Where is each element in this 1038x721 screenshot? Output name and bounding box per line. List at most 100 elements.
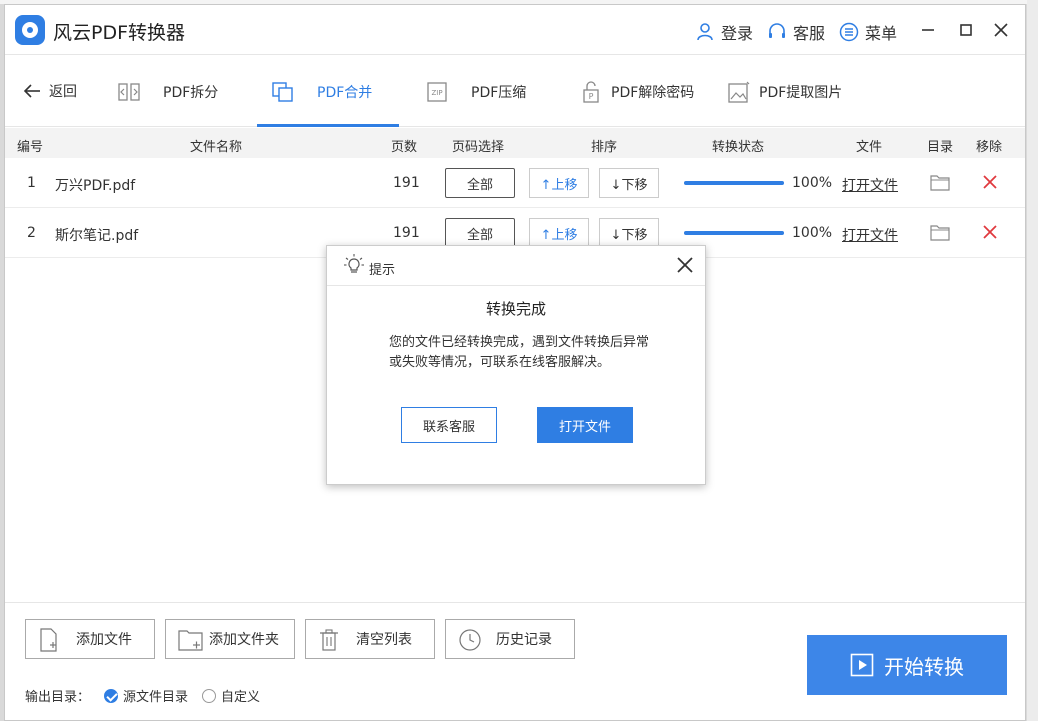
tab-pdf-split[interactable]: PDF拆分 (117, 79, 218, 105)
lightbulb-icon (344, 254, 364, 273)
svg-text:ZIP: ZIP (431, 89, 442, 97)
open-file-link[interactable]: 打开文件 (842, 225, 898, 245)
move-down-button[interactable]: ↓下移 (599, 218, 659, 248)
header-dir: 目录 (927, 140, 954, 155)
radio-unchecked-icon (202, 688, 217, 703)
maximize-button[interactable] (955, 19, 977, 41)
tab-pdf-split-label: PDF拆分 (163, 85, 219, 101)
app-title: 风云PDF转换器 (53, 22, 186, 44)
header-file-name: 文件名称 (190, 140, 243, 155)
tab-pdf-extract-images-label: PDF提取图片 (759, 85, 843, 101)
header-status: 转换状态 (712, 140, 765, 155)
tab-pdf-unlock[interactable]: P PDF解除密码 (579, 79, 694, 105)
radio-custom-dir[interactable]: 自定义 (202, 686, 260, 705)
remove-icon[interactable] (982, 224, 998, 240)
background-right-strip (1027, 0, 1038, 721)
folder-icon[interactable] (930, 174, 950, 191)
tool-nav-bar: 返回 PDF拆分 PDF合并 ZIP PDF压缩 P PDF解除密码 PDF提取… (5, 55, 1025, 127)
row-pages: 191 (393, 175, 420, 191)
progress-bar (684, 181, 784, 185)
clear-list-button[interactable]: 清空列表 (305, 619, 435, 659)
add-folder-icon (178, 630, 203, 651)
minimize-button[interactable] (917, 19, 939, 41)
header-remove: 移除 (976, 140, 1003, 155)
radio-source-dir[interactable]: 源文件目录 (104, 686, 188, 705)
row-file-name: 斯尔笔记.pdf (55, 228, 139, 244)
radio-source-dir-label: 源文件目录 (123, 690, 189, 705)
move-up-button[interactable]: ↑上移 (529, 168, 589, 198)
dialog-title: 转换完成 (485, 300, 546, 318)
progress-bar (684, 231, 784, 235)
app-window: 风云PDF转换器 登录 客服 菜单 返回 PDF拆分 PDF合并 ZIP PDF… (4, 4, 1026, 721)
close-icon[interactable] (675, 255, 695, 275)
service-label: 客服 (793, 24, 826, 43)
file-table-header: 编号 文件名称 页数 页码选择 排序 转换状态 文件 目录 移除 (5, 128, 1025, 158)
header-index: 编号 (17, 140, 44, 155)
page-range-button[interactable]: 全部 (445, 218, 515, 248)
header-pages: 页数 (391, 140, 418, 155)
service-button[interactable]: 客服 (767, 20, 825, 44)
remove-icon[interactable] (982, 174, 998, 190)
title-bar: 风云PDF转换器 登录 客服 菜单 (5, 5, 1025, 55)
menu-icon (839, 22, 859, 42)
start-convert-button[interactable]: 开始转换 (807, 635, 1007, 695)
login-label: 登录 (721, 24, 754, 43)
progress-percent: 100% (792, 175, 833, 191)
add-file-icon (40, 628, 57, 652)
minimize-icon (922, 29, 934, 31)
add-folder-button[interactable]: 添加文件夹 (165, 619, 295, 659)
tab-pdf-merge-label: PDF合并 (317, 85, 373, 101)
headset-icon (769, 23, 785, 38)
history-label: 历史记录 (496, 632, 552, 648)
app-logo-icon (15, 15, 45, 45)
clear-list-label: 清空列表 (356, 632, 412, 648)
radio-checked-icon (104, 688, 119, 703)
maximize-icon (960, 24, 972, 36)
back-label: 返回 (49, 84, 77, 100)
footer-toolbar: 添加文件 添加文件夹 清空列表 历史记录 输出目录： 源文件目录 自定义 开始转… (5, 602, 1025, 720)
lock-icon: P (583, 81, 599, 103)
output-label: 输出目录： (25, 690, 91, 705)
table-row: 1 万兴PDF.pdf 191 全部 ↑上移 ↓下移 100% 打开文件 (5, 158, 1025, 208)
zip-icon: ZIP (427, 82, 447, 102)
tab-pdf-extract-images[interactable]: PDF提取图片 (727, 79, 842, 105)
progress-percent: 100% (792, 225, 833, 241)
open-file-link[interactable]: 打开文件 (842, 175, 898, 195)
progress-fill (684, 181, 784, 185)
completion-dialog: 提示 转换完成 您的文件已经转换完成，遇到文件转换后异常或失败等情况，可联系在线… (326, 245, 706, 485)
history-button[interactable]: 历史记录 (445, 619, 575, 659)
add-file-label: 添加文件 (76, 632, 132, 648)
move-down-button[interactable]: ↓下移 (599, 168, 659, 198)
svg-text:P: P (589, 92, 594, 101)
clock-icon (459, 629, 481, 651)
back-button[interactable]: 返回 (23, 81, 77, 101)
folder-icon[interactable] (930, 224, 950, 241)
close-window-button[interactable] (990, 19, 1012, 41)
image-icon (728, 81, 750, 103)
add-folder-label: 添加文件夹 (209, 632, 279, 648)
play-icon (850, 653, 874, 677)
output-directory: 输出目录： 源文件目录 自定义 (25, 686, 260, 705)
add-file-button[interactable]: 添加文件 (25, 619, 155, 659)
contact-service-button[interactable]: 联系客服 (401, 407, 497, 443)
tab-pdf-compress[interactable]: ZIP PDF压缩 (425, 79, 526, 105)
progress-fill (684, 231, 784, 235)
open-file-button[interactable]: 打开文件 (537, 407, 633, 443)
close-icon (994, 23, 1008, 37)
row-index: 2 (27, 225, 36, 241)
row-pages: 191 (393, 225, 420, 241)
merge-icon (272, 82, 293, 102)
login-button[interactable]: 登录 (695, 20, 753, 44)
start-convert-label: 开始转换 (884, 654, 964, 679)
tab-pdf-unlock-label: PDF解除密码 (611, 85, 695, 101)
move-up-button[interactable]: ↑上移 (529, 218, 589, 248)
header-file: 文件 (856, 140, 883, 155)
radio-custom-dir-label: 自定义 (221, 690, 261, 705)
page-range-button[interactable]: 全部 (445, 168, 515, 198)
arrow-left-icon (23, 84, 40, 98)
split-icon (118, 83, 140, 101)
tab-pdf-merge[interactable]: PDF合并 (271, 79, 372, 105)
menu-button[interactable]: 菜单 (839, 20, 897, 44)
row-file-name: 万兴PDF.pdf (55, 178, 136, 194)
dialog-header: 提示 (327, 246, 705, 286)
